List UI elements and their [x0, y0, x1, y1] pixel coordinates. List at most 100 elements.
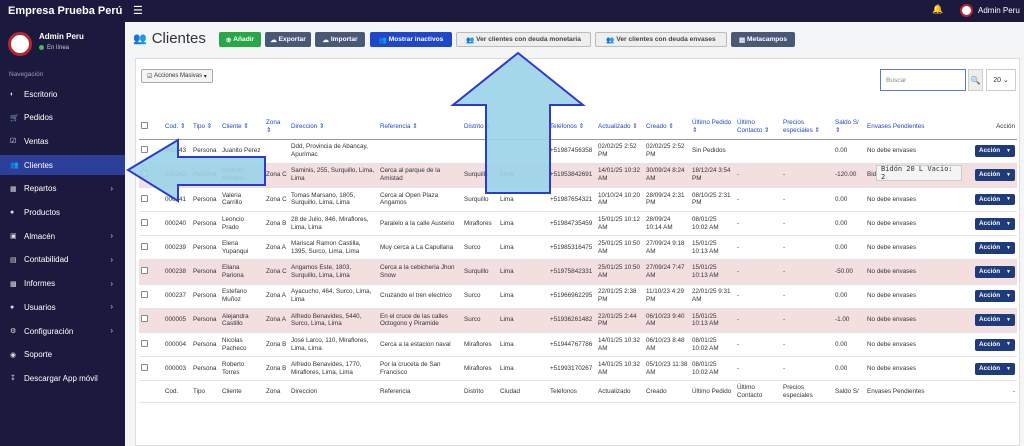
row-checkbox[interactable] [141, 291, 148, 299]
cell-precios: - [781, 187, 833, 213]
column-header[interactable]: Saldo S/ ⇕ [833, 115, 865, 140]
cell-ciudad [498, 139, 548, 164]
search-input[interactable]: Buscar [880, 69, 966, 91]
export-button[interactable]: ☁ Exportar [265, 32, 311, 47]
sort-icon[interactable]: ⇕ [266, 127, 271, 134]
table-row[interactable]: 000239 Persona Elena Yupanqui Zona A Marisca… [139, 235, 1017, 261]
column-header[interactable]: Último Contacto ⇕ [735, 115, 781, 140]
support-icon: ◉ [10, 351, 17, 359]
sidebar-item-descargar-app-móvil[interactable]: ↧ Descargar App móvil [0, 368, 125, 388]
column-header[interactable]: Zona ⇕ [264, 115, 289, 140]
add-button[interactable]: ⊕ Añadir [219, 32, 261, 47]
row-action-button[interactable]: Acción ▼ [975, 145, 1015, 158]
user-menu[interactable]: Admin Peru [978, 6, 1020, 15]
sidebar-item-clientes[interactable]: 👥 Clientes [0, 155, 125, 176]
debt-containers-button[interactable]: 👥 Ver clientes con deuda envases [595, 32, 727, 47]
sort-icon[interactable]: ⇕ [317, 123, 324, 130]
row-action-button[interactable]: Acción ▼ [975, 362, 1015, 375]
column-header[interactable]: Distrito ⇕ [462, 115, 498, 140]
table-row[interactable]: 000003 Persona Roberto Torres Zona B Alfredo… [139, 356, 1017, 382]
sidebar-item-almacén[interactable]: ▣ Almacén › [0, 226, 125, 246]
column-header[interactable]: Último Pedido ⇕ [690, 115, 735, 140]
cell-saldo: -1.00 [833, 308, 865, 334]
cell-distrito: Miraflores [462, 211, 498, 237]
column-header[interactable]: Precios especiales ⇕ [781, 115, 833, 140]
sidebar-item-pedidos[interactable]: 🛒 Pedidos [0, 108, 125, 128]
search-icon[interactable]: 🔍 [968, 69, 983, 91]
user-avatar[interactable] [960, 4, 973, 17]
row-action-button[interactable]: Acción ▼ [975, 169, 1015, 182]
sort-icon[interactable]: ⇕ [813, 127, 820, 134]
row-checkbox[interactable] [141, 218, 148, 226]
row-action-button[interactable]: Acción ▼ [975, 241, 1015, 254]
table-row[interactable]: 000237 Persona Estefano Muñoz Zona A Ayacuch… [139, 284, 1017, 309]
sort-icon[interactable]: ⇕ [577, 123, 584, 130]
sort-icon[interactable]: ⇕ [835, 127, 840, 134]
sort-icon[interactable]: ⇕ [762, 127, 769, 134]
sidebar-item-escritorio[interactable]: ◐ Escritorio [0, 84, 125, 104]
cell-actualizado: 25/01/25 10:50 AM [596, 235, 644, 261]
row-checkbox[interactable] [141, 315, 148, 323]
sort-icon[interactable]: ⇕ [205, 123, 212, 130]
cell-cliente: Valeria Carrillo [220, 187, 264, 213]
cell-distrito: Surco [462, 308, 498, 334]
sort-icon[interactable]: ⇕ [667, 123, 673, 130]
sort-icon[interactable]: ⇕ [242, 123, 248, 130]
column-header[interactable]: Direccion ⇕ [289, 115, 378, 140]
sidebar-item-informes[interactable]: ▩ Informes › [0, 274, 125, 294]
cell-tipo: Persona [191, 356, 220, 382]
column-header[interactable]: Cliente ⇕ [220, 115, 264, 140]
debt-money-button[interactable]: 👥 Ver clientes con deuda monetaria [456, 32, 591, 47]
table-row[interactable]: 000005 Persona Alejandra Castillo Zona A Alf… [139, 308, 1017, 334]
select-all-checkbox[interactable] [141, 121, 148, 129]
show-inactive-button[interactable]: 👥 Mostrar inactivos [370, 32, 452, 47]
row-checkbox[interactable] [141, 339, 148, 347]
sort-icon[interactable]: ⇕ [178, 123, 185, 130]
column-header[interactable]: Creado ⇕ [644, 115, 690, 140]
sidebar-item-productos[interactable]: ● Productos [0, 203, 125, 223]
sidebar-item-repartos[interactable]: ▦ Repartos › [0, 179, 125, 199]
sidebar-item-soporte[interactable]: ◉ Soporte [0, 345, 125, 365]
sidebar-item-usuarios[interactable]: ● Usuarios › [0, 297, 125, 317]
sort-icon[interactable]: ⇕ [484, 123, 490, 130]
table-row[interactable]: 000240 Persona Leoncio Prado Zona B 28 de Ju… [139, 211, 1017, 237]
import-button[interactable]: ☁ Importar [315, 32, 365, 47]
sidebar-item-ventas[interactable]: ☑ Ventas [0, 131, 125, 151]
row-action-button[interactable]: Acción ▼ [975, 217, 1015, 230]
row-checkbox[interactable] [141, 146, 148, 154]
row-checkbox[interactable] [141, 194, 148, 202]
column-header[interactable]: Cod. ⇕ [163, 115, 191, 140]
row-checkbox[interactable] [141, 170, 148, 178]
sort-icon[interactable]: ⇕ [410, 123, 417, 130]
table-row[interactable]: 000243 Persona Juanito Perez Ddd, Provincia… [139, 139, 1017, 164]
sidebar-item-contabilidad[interactable]: ▤ Contabilidad › [0, 250, 125, 270]
row-action-button[interactable]: Acción ▼ [975, 193, 1015, 206]
column-header[interactable]: Referencia ⇕ [378, 115, 462, 140]
footer-label: Teléfonos [548, 380, 596, 404]
table-row[interactable]: 000004 Persona Nicolas Pacheco Zona B José L… [139, 332, 1017, 358]
notification-bell-icon[interactable]: 🔔 [932, 4, 943, 15]
cell-ciudad: Lima [498, 187, 548, 213]
cell-tipo: Persona [191, 139, 220, 164]
row-checkbox[interactable] [141, 363, 148, 371]
sort-icon[interactable]: ⇕ [631, 123, 637, 130]
page-size-select[interactable]: 20 ⌄ [986, 69, 1016, 91]
hamburger-menu-icon[interactable]: ☰ [133, 4, 143, 17]
row-action-button[interactable]: Acción ▼ [975, 314, 1015, 327]
table-row[interactable]: 000238 Persona Eliana Pariona Zona C Angamos… [139, 259, 1017, 285]
row-checkbox[interactable] [141, 267, 148, 275]
column-header[interactable]: Teléfonos ⇕ [548, 115, 596, 140]
row-action-button[interactable]: Acción ▼ [975, 290, 1015, 303]
brand-name[interactable]: Empresa Prueba Perú [8, 5, 122, 17]
row-action-button[interactable]: Acción ▼ [975, 338, 1015, 351]
column-header: Acción [955, 115, 1017, 140]
column-header[interactable]: Tipo ⇕ [191, 115, 220, 140]
bulk-actions-dropdown[interactable]: ☑ Acciones Masivas ▾ [141, 69, 213, 83]
row-checkbox[interactable] [141, 242, 148, 250]
sort-icon[interactable]: ⇕ [692, 127, 697, 134]
row-action-button[interactable]: Acción ▼ [975, 266, 1015, 278]
column-header[interactable]: Actualizado ⇕ [596, 115, 644, 140]
table-row[interactable]: 000241 Persona Valeria Carrillo Zona C Tomas… [139, 187, 1017, 213]
metafields-button[interactable]: ▤ Metacampos [731, 32, 795, 47]
sidebar-item-configuración[interactable]: ⚙ Configuración › [0, 321, 125, 341]
